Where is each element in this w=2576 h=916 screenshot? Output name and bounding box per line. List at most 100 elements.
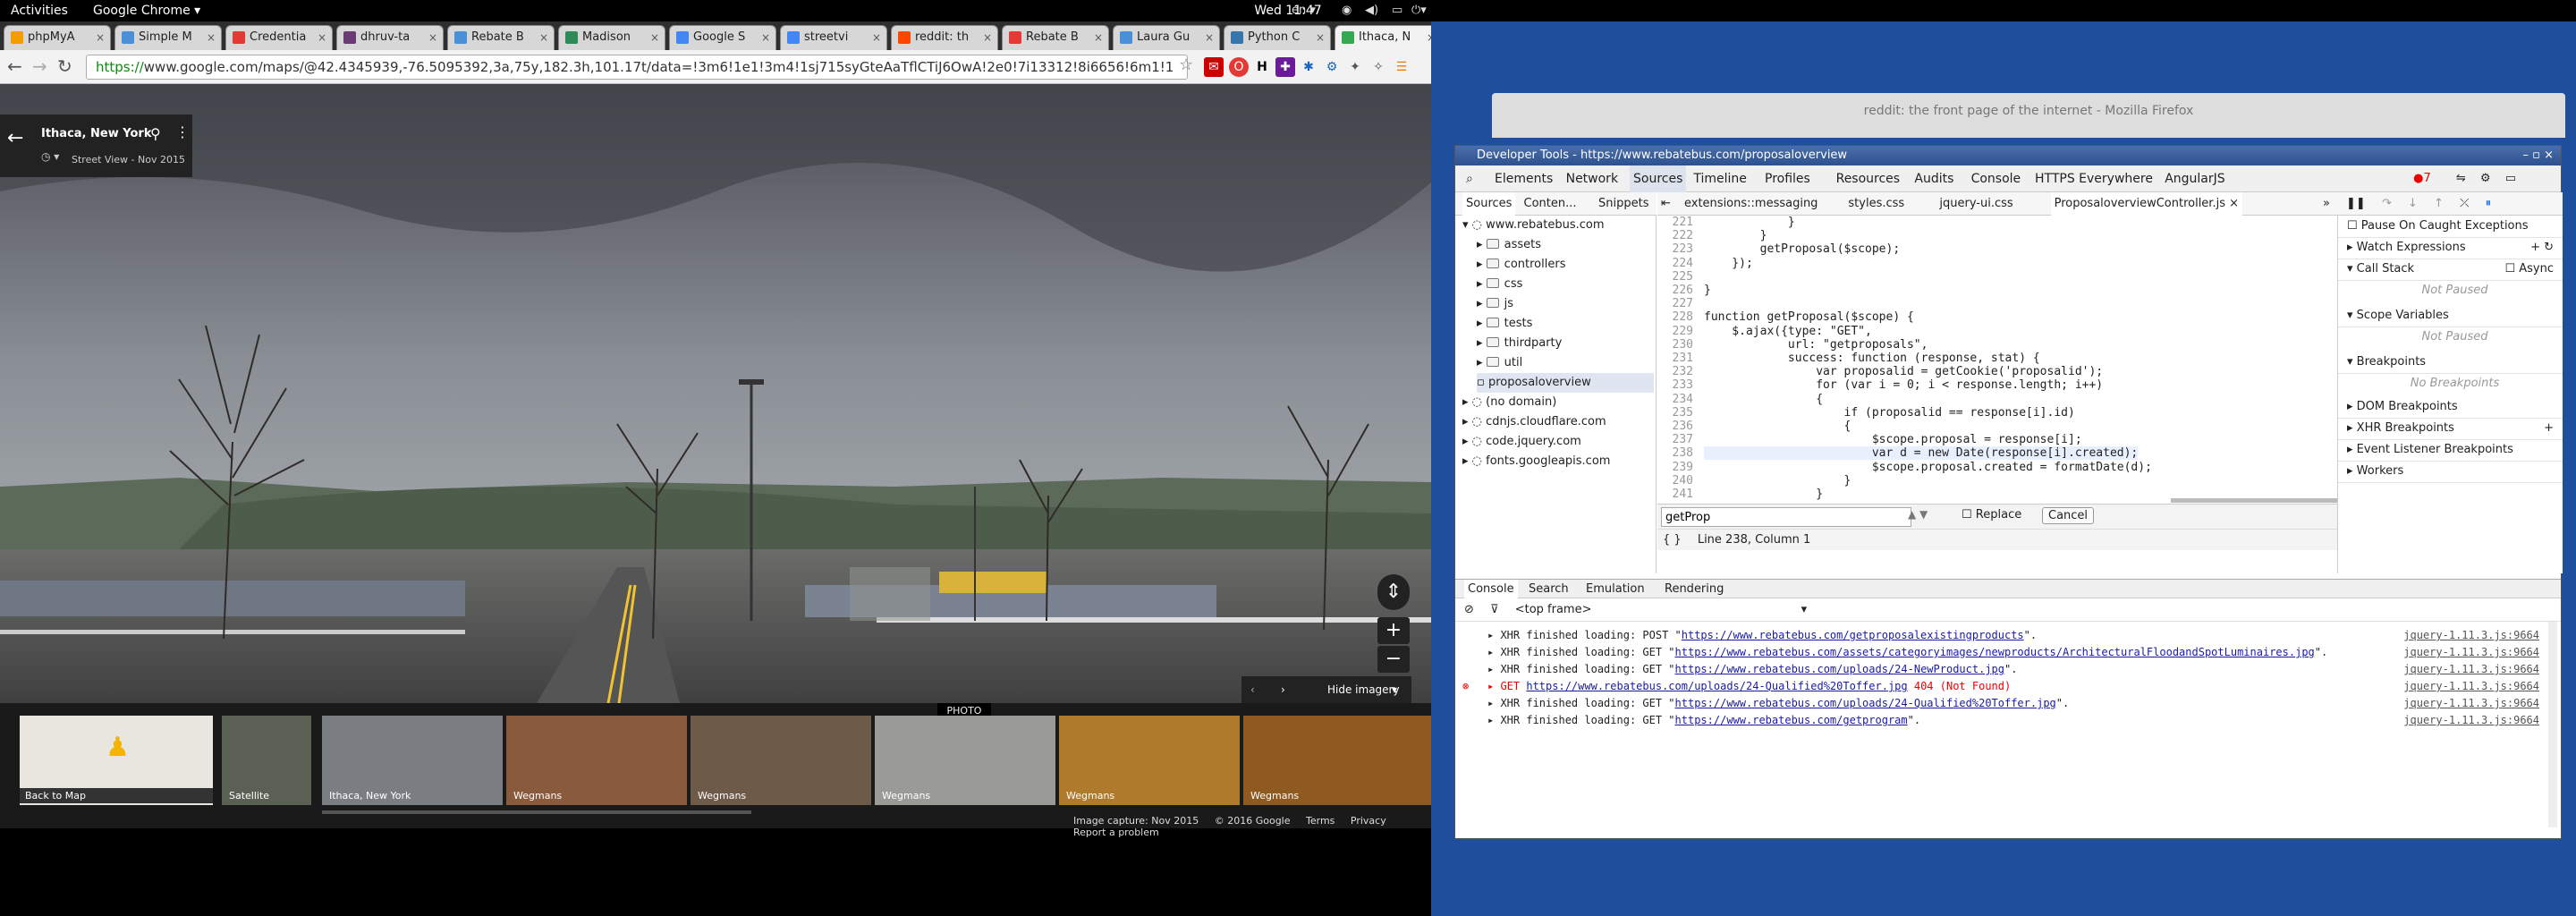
tree-folder[interactable]: ▸ thirdparty bbox=[1477, 334, 1562, 353]
browser-tab[interactable]: Rebate B × bbox=[447, 25, 555, 50]
pin-icon[interactable]: ⚲ bbox=[150, 125, 161, 142]
bookmark-star-icon[interactable]: ☆ bbox=[1179, 55, 1193, 76]
console-message[interactable]: ▸ XHR finished loading: GET "https://www… bbox=[1455, 697, 2546, 714]
workers[interactable]: ▸ Workers bbox=[2338, 461, 2563, 483]
firefox-window[interactable]: reddit: the front page of the internet -… bbox=[1492, 93, 2565, 138]
drawer-tab[interactable]: Search bbox=[1529, 580, 1569, 599]
message-url[interactable]: https://www.rebatebus.com/uploads/24-Qua… bbox=[1526, 680, 1907, 692]
add-icon[interactable]: + bbox=[2544, 418, 2554, 439]
more-tabs-icon[interactable]: » bbox=[2323, 192, 2330, 216]
extension-purple-icon[interactable]: ✚ bbox=[1275, 57, 1295, 77]
photo-thumb[interactable]: Wegmans bbox=[1243, 716, 1431, 805]
message-url[interactable]: https://www.rebatebus.com/getproposalexi… bbox=[1682, 629, 2024, 641]
close-tab-icon[interactable]: × bbox=[650, 26, 659, 49]
photo-thumb[interactable]: Wegmans bbox=[1059, 716, 1240, 805]
photo-thumb[interactable]: Wegmans bbox=[875, 716, 1055, 805]
close-tab-icon[interactable]: × bbox=[428, 26, 437, 49]
close-tab-icon[interactable]: × bbox=[761, 26, 770, 49]
step-over-icon[interactable]: ↷ bbox=[2382, 197, 2392, 210]
compass-icon[interactable]: ⇕ bbox=[1377, 574, 1410, 610]
console-message[interactable]: ▸ XHR finished loading: POST "https://ww… bbox=[1455, 629, 2546, 646]
find-input[interactable] bbox=[1661, 507, 1911, 527]
line-number[interactable]: 241 bbox=[1657, 488, 1699, 501]
navigator-tab[interactable]: Snippets bbox=[1598, 192, 1648, 216]
prev-image-icon[interactable]: ‹ bbox=[1250, 676, 1255, 703]
navigator-tab[interactable]: Sources bbox=[1462, 192, 1516, 216]
line-number[interactable]: 221 bbox=[1657, 216, 1699, 229]
devtools-panel-tab[interactable]: Audits bbox=[1914, 165, 1953, 192]
editor-file-tab[interactable]: ProposaloverviewController.js × bbox=[2050, 192, 2243, 216]
line-number[interactable]: 231 bbox=[1657, 352, 1699, 365]
browser-tab[interactable]: Madison × bbox=[558, 25, 665, 50]
line-number[interactable]: 233 bbox=[1657, 378, 1699, 392]
extension-rss-icon[interactable]: ✧ bbox=[1368, 57, 1388, 77]
settings-gear-icon[interactable]: ⚙ bbox=[2480, 172, 2491, 185]
drawer-tab[interactable]: Emulation bbox=[1586, 580, 1645, 599]
call-stack[interactable]: ▾ Call Stack ☐ Async bbox=[2338, 259, 2563, 281]
dom-breakpoints[interactable]: ▸ DOM Breakpoints bbox=[2338, 396, 2563, 419]
battery-icon[interactable]: ▭ bbox=[1392, 0, 1402, 21]
replace-checkbox[interactable]: ☐ Replace bbox=[1962, 508, 2021, 522]
activities-button[interactable]: Activities bbox=[11, 0, 68, 21]
source-link[interactable]: jquery-1.11.3.js:9664 bbox=[2403, 629, 2539, 641]
zoom-in-button[interactable]: + bbox=[1377, 617, 1410, 644]
line-number[interactable]: 239 bbox=[1657, 461, 1699, 474]
add-refresh-icons[interactable]: + ↻ bbox=[2530, 237, 2554, 259]
chevron-down-icon[interactable]: ▾ bbox=[1392, 676, 1397, 703]
frame-selector[interactable]: <top frame> ▾ bbox=[1515, 603, 1807, 616]
devtools-panel-tab[interactable]: Network bbox=[1566, 165, 1618, 192]
devtools-panel-tab[interactable]: Resources bbox=[1836, 165, 1901, 192]
pause-icon[interactable]: ❚❚ bbox=[2346, 197, 2366, 210]
message-url[interactable]: https://www.rebatebus.com/getprogram bbox=[1675, 714, 1908, 726]
photo-thumb[interactable]: Wegmans bbox=[691, 716, 871, 805]
devtools-panel-tab[interactable]: HTTPS Everywhere bbox=[2035, 165, 2153, 192]
browser-tab[interactable]: Credentia × bbox=[225, 25, 333, 50]
line-number[interactable]: 236 bbox=[1657, 420, 1699, 433]
browser-tab[interactable]: Google S × bbox=[669, 25, 776, 50]
cancel-button[interactable]: Cancel bbox=[2042, 507, 2095, 524]
tree-folder[interactable]: ▸ css bbox=[1477, 275, 1522, 294]
line-number[interactable]: 228 bbox=[1657, 310, 1699, 324]
tree-root[interactable]: ▾ ◌ www.rebatebus.com bbox=[1462, 216, 1605, 235]
street-view-panorama[interactable]: ← Ithaca, New York ◷ ▾ Street View - Nov… bbox=[0, 84, 1431, 703]
extension-tools-icon[interactable]: ✱ bbox=[1299, 57, 1318, 77]
line-number[interactable]: 240 bbox=[1657, 474, 1699, 488]
source-link[interactable]: jquery-1.11.3.js:9664 bbox=[2403, 697, 2539, 709]
back-to-map-thumb[interactable]: ♟ Back to Map bbox=[20, 716, 213, 805]
tree-folder[interactable]: ▸ tests bbox=[1477, 314, 1532, 334]
photo-thumb[interactable]: Wegmans bbox=[506, 716, 687, 805]
close-tab-icon[interactable]: × bbox=[318, 26, 326, 49]
line-number[interactable]: 235 bbox=[1657, 406, 1699, 420]
tree-file-selected[interactable]: ▫ proposaloverview bbox=[1477, 373, 1654, 393]
back-arrow-icon[interactable]: ← bbox=[7, 127, 23, 149]
browser-tab[interactable]: Rebate B × bbox=[1002, 25, 1109, 50]
deactivate-breakpoints-icon[interactable]: ⤫ bbox=[2460, 197, 2469, 210]
terms-link[interactable]: Terms bbox=[1306, 815, 1335, 827]
source-link[interactable]: jquery-1.11.3.js:9664 bbox=[2403, 663, 2539, 675]
search-icon[interactable]: ⌕ bbox=[1466, 165, 1473, 192]
devtools-titlebar[interactable]: Developer Tools - https://www.rebatebus.… bbox=[1455, 146, 2561, 165]
devtools-panel-tab[interactable]: AngularJS bbox=[2165, 165, 2224, 192]
app-menu[interactable]: Google Chrome ▾ bbox=[93, 0, 200, 21]
editor-file-tab[interactable]: jquery-ui.css bbox=[1939, 192, 2012, 216]
clear-console-icon[interactable]: ⊘ bbox=[1464, 603, 1474, 616]
pause-on-exceptions-icon[interactable]: ⏸ bbox=[2486, 197, 2492, 210]
line-number[interactable]: 229 bbox=[1657, 325, 1699, 338]
close-tab-icon[interactable]: × bbox=[96, 26, 105, 49]
more-options-icon[interactable]: ⋮ bbox=[175, 123, 190, 140]
code-editor[interactable]: 221 } 222 } 223 getProposal($scope); 224 })… bbox=[1657, 216, 2337, 504]
line-number[interactable]: 227 bbox=[1657, 297, 1699, 310]
dock-icon[interactable]: ⇋ bbox=[2456, 172, 2466, 185]
line-number[interactable]: 234 bbox=[1657, 393, 1699, 406]
privacy-link[interactable]: Privacy bbox=[1351, 815, 1386, 827]
extension-blue-icon[interactable]: ⚙ bbox=[1322, 57, 1342, 77]
source-link[interactable]: jquery-1.11.3.js:9664 bbox=[2403, 714, 2539, 726]
close-tab-icon[interactable]: × bbox=[872, 26, 881, 49]
source-link[interactable]: jquery-1.11.3.js:9664 bbox=[2403, 646, 2539, 658]
devtools-panel-tab[interactable]: Timeline bbox=[1693, 165, 1747, 192]
tree-folder[interactable]: ▸ util bbox=[1477, 353, 1522, 373]
devtools-panel-tab[interactable]: Elements bbox=[1495, 165, 1553, 192]
browser-tab[interactable]: Ithaca, N× bbox=[1335, 25, 1442, 50]
xhr-breakpoints[interactable]: ▸ XHR Breakpoints + bbox=[2338, 418, 2563, 440]
power-menu-icon[interactable]: ⏻▾ bbox=[1411, 0, 1427, 21]
